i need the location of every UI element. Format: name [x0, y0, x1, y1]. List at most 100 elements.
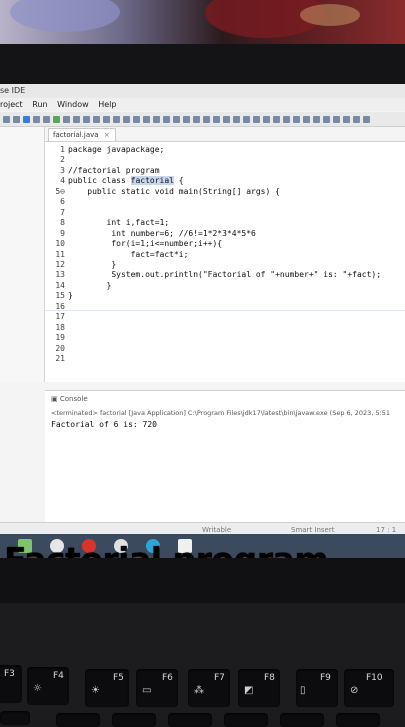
blurred-shape	[300, 4, 360, 26]
toolbar-icon[interactable]	[273, 115, 280, 123]
line-number: 17	[55, 312, 65, 322]
key-f6[interactable]: F6 ▭	[136, 669, 178, 707]
code-editor[interactable]: 1 2 3 4 5⊖ 6 7 8 9 10 11 12 13 14 15 16 17 18 19 20 21 packa…	[45, 141, 405, 382]
line-number: 3	[60, 165, 65, 175]
toolbar-icon[interactable]	[253, 115, 260, 123]
screenshot-icon: ◩	[244, 685, 254, 696]
code-line: System.out.println("Factorial of "+numbe…	[68, 270, 382, 280]
toolbar-icon[interactable]	[333, 115, 340, 123]
keyboard: F3 F4 ☼ F5 ☀ F6 ▭ F7 ⁂ F8 ◩ F9 ▯ F10 ⊘	[0, 603, 405, 727]
line-number: 4	[60, 176, 65, 186]
keyboard-key[interactable]	[336, 713, 380, 727]
toolbar-icon[interactable]	[363, 115, 370, 123]
key-label: F5	[113, 673, 124, 683]
keyboard-key[interactable]	[168, 713, 212, 727]
phone-link-icon: ▯	[300, 685, 306, 696]
key-f4[interactable]: F4 ☼	[27, 667, 69, 705]
toolbar-icon[interactable]	[193, 115, 200, 123]
key-f3[interactable]: F3	[0, 665, 22, 703]
menu-project[interactable]: roject	[0, 100, 23, 109]
brightness-up-icon: ☀	[91, 685, 100, 696]
toolbar-icon[interactable]	[163, 115, 170, 123]
toolbar-icon[interactable]	[173, 115, 180, 123]
key-label: F8	[264, 673, 275, 683]
key-f10[interactable]: F10 ⊘	[344, 669, 394, 707]
console-tab-label: Console	[59, 395, 88, 403]
toolbar-icon[interactable]	[313, 115, 320, 123]
console-terminated-info: <terminated> factorial [Java Application…	[51, 409, 391, 417]
toolbar-icon[interactable]	[303, 115, 310, 123]
toolbar-icon[interactable]	[243, 115, 250, 123]
window-title-bar: se IDE	[0, 84, 405, 98]
toolbar-icon[interactable]	[323, 115, 330, 123]
toolbar-icon[interactable]	[113, 115, 120, 123]
code-line: public class factorial {	[68, 176, 184, 186]
close-icon[interactable]: ×	[104, 131, 110, 139]
laptop-bezel-top	[0, 44, 405, 86]
toolbar-icon[interactable]	[283, 115, 290, 123]
keyboard-key[interactable]	[280, 713, 324, 727]
toolbar-icon[interactable]	[43, 115, 50, 123]
line-number: 14	[55, 280, 65, 290]
toolbar-icon[interactable]	[343, 115, 350, 123]
key-f9[interactable]: F9 ▯	[296, 669, 338, 707]
line-number: 16	[55, 301, 65, 311]
keyboard-key[interactable]	[112, 713, 156, 727]
menu-run[interactable]: Run	[32, 100, 47, 109]
line-number: 5⊖	[55, 186, 65, 196]
current-line-highlight	[45, 310, 405, 311]
laptop-screen: se IDE roject Run Window Help factorial.…	[0, 84, 405, 536]
menu-help[interactable]: Help	[98, 100, 116, 109]
key-label: F6	[162, 673, 173, 683]
window-title: se IDE	[0, 86, 26, 95]
toolbar-icon[interactable]	[353, 115, 360, 123]
line-number: 9	[60, 228, 65, 238]
line-number: 13	[55, 270, 65, 280]
toolbar-icon[interactable]	[293, 115, 300, 123]
code-line: public static void main(String[] args) {	[68, 186, 280, 196]
toolbar-icon[interactable]	[123, 115, 130, 123]
toolbar-icon[interactable]	[23, 115, 30, 123]
key-f7[interactable]: F7 ⁂	[188, 669, 230, 707]
key-label: F10	[366, 673, 383, 683]
menu-window[interactable]: Window	[57, 100, 89, 109]
toolbar-icon[interactable]	[33, 115, 40, 123]
run-icon[interactable]	[53, 115, 60, 123]
toolbar-icon[interactable]	[143, 115, 150, 123]
toolbar-icon[interactable]	[103, 115, 110, 123]
toolbar-icon[interactable]	[213, 115, 220, 123]
console-output: Factorial of 6 is: 720	[51, 420, 157, 429]
key-f8[interactable]: F8 ◩	[238, 669, 280, 707]
toolbar-icon[interactable]	[133, 115, 140, 123]
tab-factorial-java[interactable]: factorial.java ×	[48, 128, 116, 141]
toolbar-icon[interactable]	[83, 115, 90, 123]
toolbar-icon[interactable]	[153, 115, 160, 123]
toolbar-icon[interactable]	[223, 115, 230, 123]
menu-bar: roject Run Window Help	[0, 98, 405, 111]
line-number: 15	[55, 291, 65, 301]
code-line: int number=6; //6!=1*2*3*4*5*6	[68, 228, 256, 238]
toolbar-icon[interactable]	[3, 115, 10, 123]
key-f5[interactable]: F5 ☀	[85, 669, 129, 707]
line-number: 10	[55, 239, 65, 249]
line-number: 12	[55, 259, 65, 269]
background-photo	[0, 0, 405, 48]
laptop-bezel-bottom	[0, 558, 405, 603]
code-line: }	[68, 280, 112, 290]
toolbar-icon[interactable]	[93, 115, 100, 123]
console-icon: ▣	[51, 395, 58, 403]
console-tab[interactable]: ▣ Console	[51, 395, 88, 403]
toolbar-icon[interactable]	[183, 115, 190, 123]
keyboard-key[interactable]	[224, 713, 268, 727]
line-number: 11	[55, 249, 65, 259]
toolbar-icon[interactable]	[233, 115, 240, 123]
blurred-shape	[10, 0, 120, 32]
toolbar-icon[interactable]	[203, 115, 210, 123]
toolbar-icon[interactable]	[63, 115, 70, 123]
brightness-down-icon: ☼	[33, 683, 42, 694]
keyboard-key[interactable]	[56, 713, 100, 727]
keyboard-key[interactable]	[0, 711, 30, 725]
toolbar-icon[interactable]	[13, 115, 20, 123]
toolbar-icon[interactable]	[73, 115, 80, 123]
toolbar-icon[interactable]	[263, 115, 270, 123]
